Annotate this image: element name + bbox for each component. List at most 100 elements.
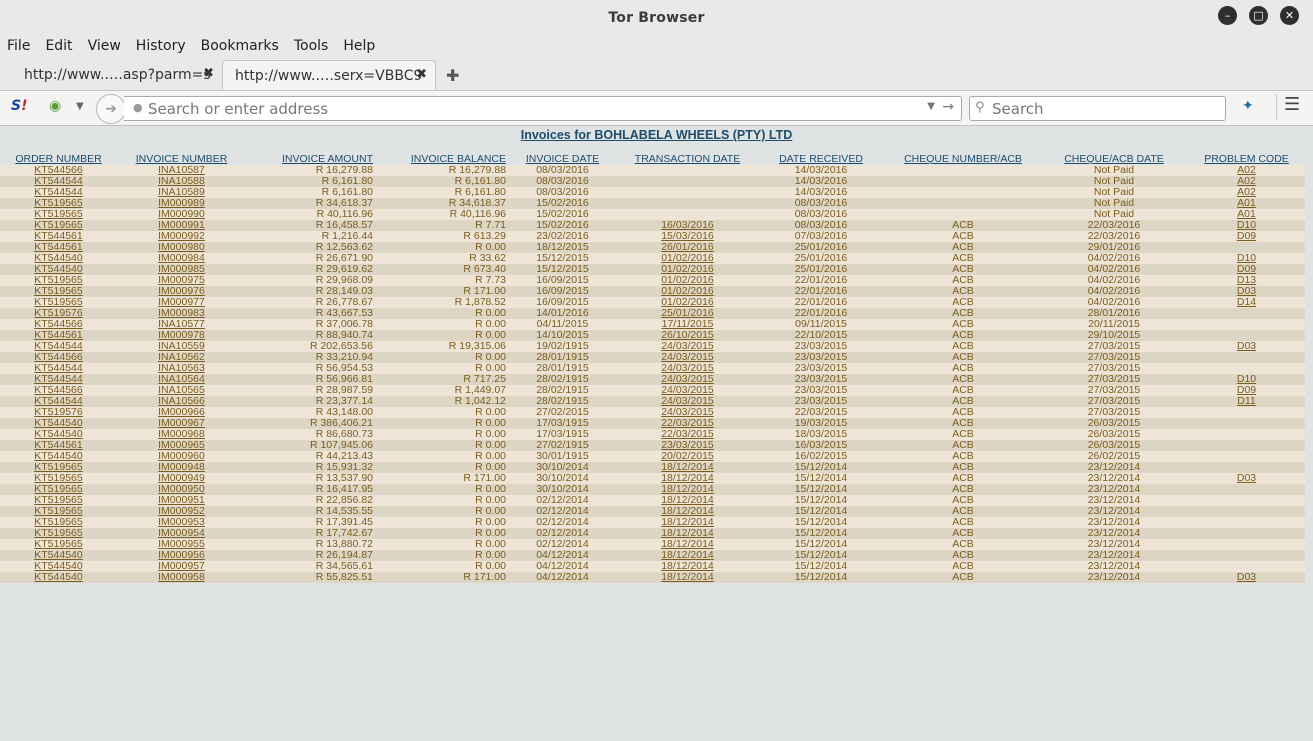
- menu-file[interactable]: File: [7, 38, 30, 54]
- cell-order-number[interactable]: KT519565: [0, 506, 117, 517]
- col-problem-code[interactable]: PROBLEM CODE: [1188, 152, 1305, 165]
- menu-view[interactable]: View: [88, 38, 121, 54]
- cell-invoice-number[interactable]: INA10564: [117, 374, 246, 385]
- cell-order-number[interactable]: KT519565: [0, 209, 117, 220]
- cell-order-number[interactable]: KT544540: [0, 429, 117, 440]
- cell-transaction-date[interactable]: 23/03/2015: [619, 440, 756, 451]
- cell-transaction-date[interactable]: 22/03/2015: [619, 418, 756, 429]
- cell-order-number[interactable]: KT544540: [0, 561, 117, 572]
- cell-invoice-number[interactable]: IM000957: [117, 561, 246, 572]
- cell-transaction-date[interactable]: 18/12/2014: [619, 506, 756, 517]
- cell-invoice-number[interactable]: IM000952: [117, 506, 246, 517]
- menu-history[interactable]: History: [136, 38, 186, 54]
- cell-transaction-date[interactable]: 15/03/2016: [619, 231, 756, 242]
- cell-invoice-number[interactable]: INA10565: [117, 385, 246, 396]
- tor-launcher-icon[interactable]: ✦: [1242, 98, 1254, 114]
- cell-order-number[interactable]: KT544544: [0, 176, 117, 187]
- cell-transaction-date[interactable]: 18/12/2014: [619, 561, 756, 572]
- cell-transaction-date[interactable]: 01/02/2016: [619, 297, 756, 308]
- cell-problem-code[interactable]: D03: [1188, 572, 1305, 583]
- cell-order-number[interactable]: KT544561: [0, 231, 117, 242]
- cell-transaction-date[interactable]: 20/02/2015: [619, 451, 756, 462]
- cell-order-number[interactable]: KT544544: [0, 187, 117, 198]
- cell-invoice-number[interactable]: IM000968: [117, 429, 246, 440]
- cell-transaction-date[interactable]: 18/12/2014: [619, 572, 756, 583]
- cell-order-number[interactable]: KT544566: [0, 385, 117, 396]
- search-input[interactable]: [992, 99, 1217, 118]
- cell-transaction-date[interactable]: 18/12/2014: [619, 528, 756, 539]
- col-invoice-amount[interactable]: INVOICE AMOUNT: [246, 152, 373, 165]
- cell-transaction-date[interactable]: 01/02/2016: [619, 275, 756, 286]
- cell-invoice-number[interactable]: IM000960: [117, 451, 246, 462]
- col-invoice-number[interactable]: INVOICE NUMBER: [117, 152, 246, 165]
- cell-problem-code[interactable]: D03: [1188, 341, 1305, 352]
- cell-invoice-number[interactable]: IM000967: [117, 418, 246, 429]
- close-tab-icon[interactable]: ✖: [416, 67, 427, 82]
- col-date-received[interactable]: DATE RECEIVED: [756, 152, 886, 165]
- cell-invoice-number[interactable]: IM000980: [117, 242, 246, 253]
- cell-order-number[interactable]: KT519565: [0, 539, 117, 550]
- cell-invoice-number[interactable]: IM000965: [117, 440, 246, 451]
- col-transaction-date[interactable]: TRANSACTION DATE: [619, 152, 756, 165]
- cell-transaction-date[interactable]: 18/12/2014: [619, 473, 756, 484]
- cell-invoice-number[interactable]: INA10566: [117, 396, 246, 407]
- cell-problem-code[interactable]: D14: [1188, 297, 1305, 308]
- cell-invoice-number[interactable]: IM000990: [117, 209, 246, 220]
- cell-problem-code[interactable]: D09: [1188, 231, 1305, 242]
- cell-transaction-date[interactable]: 25/01/2016: [619, 308, 756, 319]
- cell-invoice-number[interactable]: IM000948: [117, 462, 246, 473]
- cell-transaction-date[interactable]: 18/12/2014: [619, 539, 756, 550]
- cell-transaction-date[interactable]: 26/01/2016: [619, 242, 756, 253]
- cell-order-number[interactable]: KT544561: [0, 242, 117, 253]
- cell-problem-code[interactable]: D03: [1188, 473, 1305, 484]
- menu-tools[interactable]: Tools: [294, 38, 329, 54]
- cell-invoice-number[interactable]: IM000984: [117, 253, 246, 264]
- cell-order-number[interactable]: KT544540: [0, 550, 117, 561]
- cell-order-number[interactable]: KT519565: [0, 220, 117, 231]
- go-arrow-icon[interactable]: →: [942, 99, 954, 115]
- cell-transaction-date[interactable]: 01/02/2016: [619, 286, 756, 297]
- tab-2[interactable]: http://www.….serx=VBBC9 ✖: [222, 60, 436, 90]
- cell-invoice-number[interactable]: INA10577: [117, 319, 246, 330]
- cell-order-number[interactable]: KT544540: [0, 264, 117, 275]
- cell-problem-code[interactable]: A01: [1188, 209, 1305, 220]
- cell-transaction-date[interactable]: 18/12/2014: [619, 517, 756, 528]
- cell-transaction-date[interactable]: 26/10/2015: [619, 330, 756, 341]
- cell-order-number[interactable]: KT544540: [0, 253, 117, 264]
- tab-1[interactable]: http://www.….asp?parm=s ✖: [12, 60, 222, 90]
- cell-invoice-number[interactable]: IM000992: [117, 231, 246, 242]
- cell-order-number[interactable]: KT544544: [0, 363, 117, 374]
- cell-order-number[interactable]: KT519565: [0, 297, 117, 308]
- cell-order-number[interactable]: KT544540: [0, 451, 117, 462]
- cell-order-number[interactable]: KT519576: [0, 407, 117, 418]
- new-tab-icon[interactable]: ✚: [446, 66, 459, 85]
- cell-problem-code[interactable]: D09: [1188, 264, 1305, 275]
- cell-transaction-date[interactable]: 18/12/2014: [619, 495, 756, 506]
- cell-problem-code[interactable]: D10: [1188, 253, 1305, 264]
- cell-order-number[interactable]: KT519565: [0, 198, 117, 209]
- cell-transaction-date[interactable]: 24/03/2015: [619, 396, 756, 407]
- cell-transaction-date[interactable]: 16/03/2016: [619, 220, 756, 231]
- menu-bookmarks[interactable]: Bookmarks: [201, 38, 279, 54]
- cell-invoice-number[interactable]: IM000951: [117, 495, 246, 506]
- maximize-icon[interactable]: □: [1249, 6, 1268, 25]
- cell-order-number[interactable]: KT519565: [0, 462, 117, 473]
- cell-invoice-number[interactable]: IM000958: [117, 572, 246, 583]
- cell-invoice-number[interactable]: IM000985: [117, 264, 246, 275]
- cell-problem-code[interactable]: A01: [1188, 198, 1305, 209]
- cell-invoice-number[interactable]: IM000975: [117, 275, 246, 286]
- cell-order-number[interactable]: KT544566: [0, 319, 117, 330]
- cell-transaction-date[interactable]: 24/03/2015: [619, 374, 756, 385]
- cell-order-number[interactable]: KT519565: [0, 517, 117, 528]
- cell-order-number[interactable]: KT544561: [0, 330, 117, 341]
- cell-order-number[interactable]: KT544544: [0, 341, 117, 352]
- cell-invoice-number[interactable]: IM000953: [117, 517, 246, 528]
- cell-invoice-number[interactable]: INA10589: [117, 187, 246, 198]
- col-invoice-date[interactable]: INVOICE DATE: [506, 152, 619, 165]
- close-icon[interactable]: ✕: [1280, 6, 1299, 25]
- col-order-number[interactable]: ORDER NUMBER: [0, 152, 117, 165]
- cell-order-number[interactable]: KT519565: [0, 286, 117, 297]
- cell-transaction-date[interactable]: 22/03/2015: [619, 429, 756, 440]
- cell-problem-code[interactable]: A02: [1188, 176, 1305, 187]
- noscript-icon[interactable]: S!: [11, 98, 27, 114]
